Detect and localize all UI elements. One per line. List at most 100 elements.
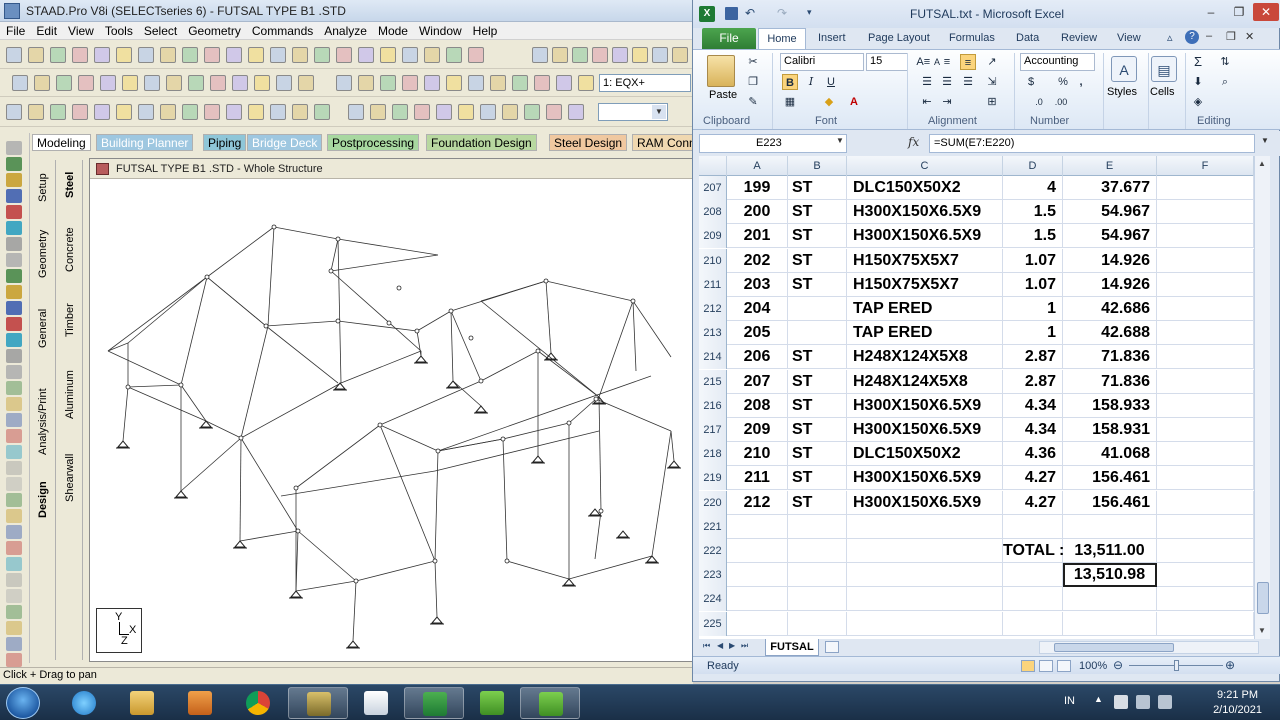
orientation-icon[interactable]: ↗ — [984, 54, 1000, 70]
cell-f[interactable] — [1157, 587, 1254, 612]
toolbar-button[interactable] — [336, 47, 352, 63]
row-header[interactable]: 224 — [699, 587, 727, 612]
zoom-slider-thumb[interactable] — [1174, 660, 1179, 671]
cell-f[interactable] — [1157, 248, 1254, 273]
toolbar-button[interactable] — [348, 104, 364, 120]
cell-c[interactable]: H150X75X5X7 — [847, 272, 1003, 297]
column-header-f[interactable]: F — [1157, 156, 1254, 176]
row-header[interactable]: 220 — [699, 490, 727, 515]
member-line[interactable] — [502, 438, 508, 562]
toolbar-button[interactable] — [182, 47, 198, 63]
cell-b[interactable]: ST — [788, 369, 847, 394]
cell-b[interactable]: ST — [788, 272, 847, 297]
member-line[interactable] — [273, 226, 339, 240]
system-clock[interactable]: 9:21 PM 2/10/2021 — [1213, 688, 1262, 718]
cell-c[interactable] — [847, 539, 1003, 563]
select-all-corner[interactable] — [699, 156, 727, 176]
zoom-out-icon[interactable]: ⊖ — [1113, 658, 1123, 672]
toolbar-button[interactable] — [248, 47, 264, 63]
page-tab-general[interactable]: General — [37, 309, 49, 348]
toolbar-button[interactable] — [358, 47, 374, 63]
cell-f[interactable] — [1157, 514, 1254, 539]
prev-sheet-icon[interactable]: ◀ — [717, 641, 723, 650]
toolbar-button[interactable] — [314, 104, 330, 120]
doc-restore-button[interactable]: ❐ — [1226, 30, 1236, 43]
tool-icon[interactable] — [6, 461, 22, 475]
node-marker[interactable] — [598, 508, 604, 514]
tab-steel-design[interactable]: Steel Design — [549, 134, 628, 151]
node-marker[interactable] — [125, 384, 131, 390]
toolbar-button[interactable] — [182, 104, 198, 120]
tool-icon[interactable] — [6, 221, 22, 235]
menu-mode[interactable]: Mode — [372, 22, 413, 38]
member-line[interactable] — [295, 580, 357, 592]
menu-file[interactable]: File — [0, 22, 30, 38]
member-line[interactable] — [297, 530, 357, 582]
start-button[interactable] — [6, 687, 40, 719]
toolbar-button[interactable] — [502, 104, 518, 120]
node-marker[interactable] — [630, 298, 636, 304]
number-format-combo[interactable]: Accounting — [1020, 53, 1095, 71]
node-marker[interactable] — [295, 528, 301, 534]
cell-a[interactable] — [727, 539, 788, 563]
tool-icon[interactable] — [6, 445, 22, 459]
row-header[interactable]: 208 — [699, 200, 727, 225]
cell-e[interactable]: 71.836 — [1063, 345, 1157, 370]
cell-f[interactable] — [1157, 563, 1254, 588]
cell-d[interactable] — [1003, 514, 1063, 539]
cell-f[interactable] — [1157, 297, 1254, 321]
cut-icon[interactable]: ✂ — [745, 54, 761, 70]
member-line[interactable] — [595, 398, 672, 432]
member-line[interactable] — [127, 276, 208, 344]
cell-a[interactable] — [727, 514, 788, 539]
tool-icon[interactable] — [6, 525, 22, 539]
node-marker[interactable] — [435, 448, 441, 454]
align-bottom-icon[interactable]: ≡ — [960, 54, 976, 70]
cell-d[interactable]: 1 — [1003, 297, 1063, 321]
toolbar-button[interactable] — [402, 75, 418, 91]
first-sheet-icon[interactable]: ⏮ — [703, 641, 710, 651]
member-line[interactable] — [594, 510, 602, 560]
toolbar-3-combo[interactable]: ▼ — [598, 103, 668, 121]
toolbar-button[interactable] — [270, 104, 286, 120]
cell-b[interactable]: ST — [788, 466, 847, 491]
row-header[interactable]: 209 — [699, 224, 727, 249]
tool-icon[interactable] — [6, 605, 22, 619]
toolbar-button[interactable] — [166, 75, 182, 91]
tab-view[interactable]: View — [1117, 32, 1141, 44]
support-icon[interactable] — [346, 640, 360, 649]
toolbar-button[interactable] — [6, 104, 22, 120]
toolbar-button[interactable] — [458, 104, 474, 120]
ribbon-minimize-icon[interactable]: ▵ — [1167, 31, 1173, 44]
formula-input[interactable]: =SUM(E7:E220) — [929, 134, 1255, 153]
node-marker[interactable] — [353, 578, 359, 584]
cell-a[interactable]: 206 — [727, 345, 788, 370]
member-line[interactable] — [502, 422, 570, 440]
support-icon[interactable] — [446, 380, 460, 389]
cell-a[interactable]: 204 — [727, 297, 788, 321]
toolbar-button[interactable] — [314, 47, 330, 63]
toolbar-button[interactable] — [490, 75, 506, 91]
tool-icon[interactable] — [6, 173, 22, 187]
page-tab-shearwall[interactable]: Shearwall — [64, 454, 76, 502]
toolbar-button[interactable] — [632, 47, 648, 63]
support-icon[interactable] — [233, 540, 247, 549]
worksheet-grid[interactable]: A B C D E F 207 199 ST DLC150X50X2 4 37.677 20… — [699, 156, 1254, 639]
cell-b[interactable]: ST — [788, 200, 847, 225]
toolbar-button[interactable] — [28, 104, 44, 120]
member-line[interactable] — [379, 380, 482, 426]
member-line[interactable] — [452, 380, 482, 407]
menu-commands[interactable]: Commands — [246, 22, 318, 38]
toolbar-button[interactable] — [204, 104, 220, 120]
toolbar-button[interactable] — [50, 104, 66, 120]
increase-decimal-icon[interactable]: .0 — [1031, 94, 1047, 110]
close-button[interactable]: ✕ — [1253, 3, 1279, 21]
horizontal-scrollbar[interactable] — [1039, 641, 1259, 654]
insert-function-icon[interactable]: fx — [908, 135, 919, 149]
cell-f[interactable] — [1157, 345, 1254, 370]
column-header-e[interactable]: E — [1063, 156, 1157, 176]
toolbar-button[interactable] — [424, 75, 440, 91]
cell-d[interactable]: 4 — [1003, 176, 1063, 200]
cell-f[interactable] — [1157, 393, 1254, 418]
taskbar-file-explorer[interactable] — [112, 687, 172, 719]
